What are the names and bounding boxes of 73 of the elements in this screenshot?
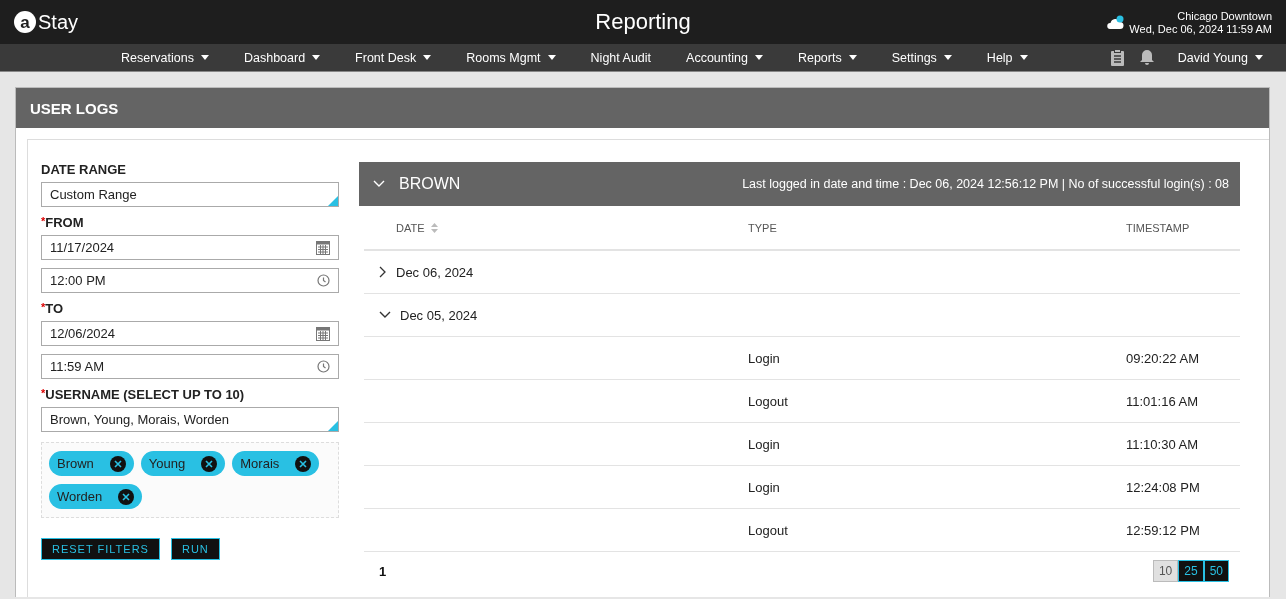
page-size-option[interactable]: 10 (1152, 560, 1179, 582)
current-datetime: Wed, Dec 06, 2024 11:59 AM (1129, 22, 1272, 35)
date-group-row[interactable]: Dec 06, 2024 (364, 264, 748, 280)
page-header-title: Reporting (595, 9, 691, 35)
calendar-icon[interactable] (316, 326, 330, 341)
weather-icon (1105, 14, 1126, 30)
panel-title: USER LOGS (16, 88, 1269, 128)
column-header[interactable]: DATE (364, 221, 748, 234)
field-label: TO (45, 301, 64, 316)
user-chip[interactable]: Young (140, 451, 226, 476)
column-header: TIMESTAMP (1125, 221, 1191, 234)
log-type: Logout (748, 522, 789, 538)
bell-icon[interactable] (1138, 49, 1155, 66)
date-field[interactable]: 12/06/2024 (41, 321, 339, 346)
log-type: Login (748, 436, 781, 452)
user-chip[interactable]: Worden (49, 484, 143, 509)
property-name: Chicago Downtown (1177, 9, 1272, 22)
nav-menu-item[interactable]: Reservations (112, 43, 218, 72)
logo-text: Stay (38, 10, 79, 34)
dropdown-field[interactable]: Custom Range (41, 182, 339, 207)
logo-mark: a (14, 11, 36, 33)
log-timestamp: 11:01:16 AM (1125, 393, 1200, 409)
group-date: Dec 06, 2024 (396, 264, 474, 280)
date-field[interactable]: 11/17/2024 (41, 235, 339, 260)
required-mark: * (41, 215, 46, 229)
nav-menu-item[interactable]: Night Audit (581, 43, 661, 72)
log-timestamp: 09:20:22 AM (1125, 350, 1200, 366)
filter-button[interactable]: RESET FILTERS (41, 538, 160, 560)
user-group-header[interactable]: BROWN Last logged in date and time : Dec 06, 2024 12:56:12 PM | No of successful login(s) : 08 (359, 162, 1240, 206)
remove-icon[interactable] (118, 488, 135, 505)
user-chip[interactable]: Morais (232, 451, 320, 476)
log-type: Login (748, 479, 781, 495)
filter-button[interactable]: RUN (170, 538, 220, 560)
clock-icon[interactable] (317, 360, 330, 373)
user-menu[interactable]: David Young (1168, 43, 1272, 72)
time-field[interactable]: 12:00 PM (41, 268, 339, 293)
nav-menu-item[interactable]: Rooms Mgmt (457, 43, 565, 72)
required-mark: * (41, 387, 46, 401)
field-label: DATE RANGE (41, 162, 126, 177)
nav-menu-item[interactable]: Reports (788, 43, 866, 72)
page-size-option[interactable]: 50 (1203, 560, 1229, 582)
log-timestamp: 12:24:08 PM (1125, 479, 1201, 495)
login-summary: Last logged in date and time : Dec 06, 2024 12:56:12 PM | No of successful login(s) : 08 (742, 177, 1229, 191)
nav-menu-item[interactable]: Accounting (677, 43, 772, 72)
page-number[interactable]: 1 (369, 561, 397, 581)
chevron-down-icon[interactable] (379, 311, 391, 319)
page-size-option[interactable]: 25 (1178, 560, 1204, 582)
log-type: Login (748, 350, 781, 366)
nav-menu-item[interactable]: Help (977, 43, 1037, 72)
log-timestamp: 12:59:12 PM (1125, 522, 1201, 538)
date-group-row[interactable]: Dec 05, 2024 (364, 307, 748, 323)
clipboard-icon[interactable] (1109, 48, 1125, 67)
remove-icon[interactable] (295, 455, 312, 472)
log-timestamp: 11:10:30 AM (1125, 436, 1200, 452)
nav-menu-item[interactable]: Front Desk (346, 43, 441, 72)
field-label: USERNAME (SELECT UP TO 10) (45, 387, 245, 402)
column-header: TYPE (748, 221, 778, 234)
caret-icon (1255, 55, 1263, 60)
nav-menu-item[interactable]: Dashboard (234, 43, 330, 72)
group-date: Dec 05, 2024 (400, 307, 478, 323)
clock-icon[interactable] (317, 274, 330, 287)
remove-icon[interactable] (109, 455, 126, 472)
user-chip[interactable]: Brown (49, 451, 134, 476)
time-field[interactable]: 11:59 AM (41, 354, 339, 379)
log-type: Logout (748, 393, 789, 409)
dropdown-field[interactable]: Brown, Young, Morais, Worden (41, 407, 339, 432)
nav-menu-item[interactable]: Settings (882, 43, 961, 72)
remove-icon[interactable] (201, 455, 218, 472)
calendar-icon[interactable] (316, 240, 330, 255)
chevron-right-icon[interactable] (379, 266, 387, 278)
user-name: BROWN (399, 175, 462, 193)
required-mark: * (41, 301, 46, 315)
field-label: FROM (45, 215, 84, 230)
